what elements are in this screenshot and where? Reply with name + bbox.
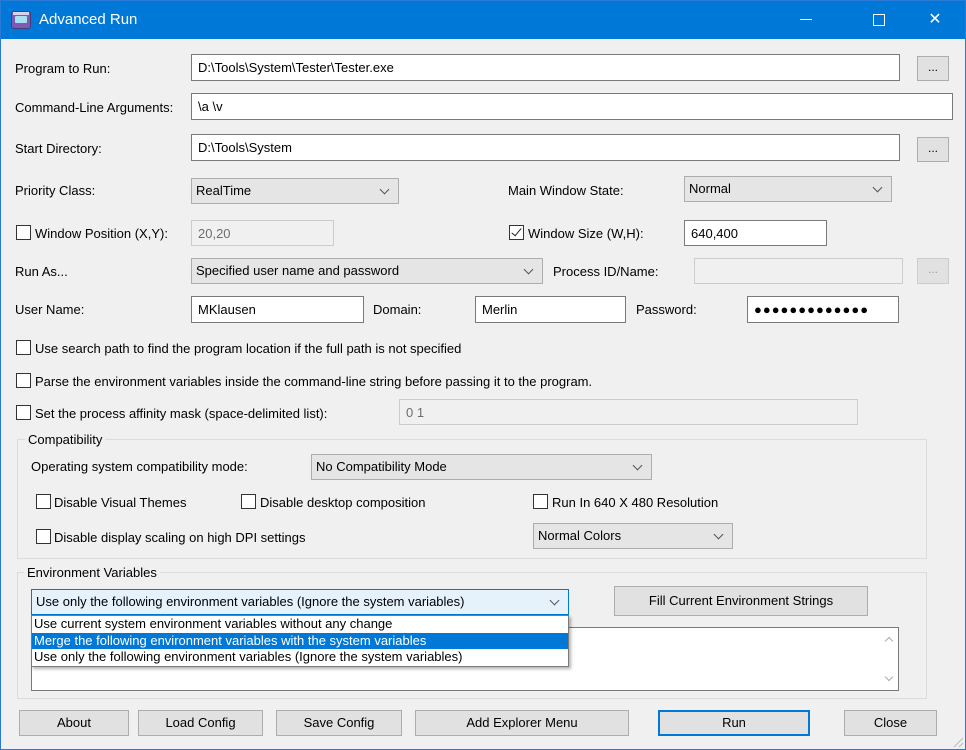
save-config-button[interactable]: Save Config [276, 710, 402, 736]
window-state-value: Normal [689, 181, 731, 196]
priority-label: Priority Class: [15, 183, 96, 198]
add-explorer-menu-button[interactable]: Add Explorer Menu [415, 710, 629, 736]
colors-select[interactable]: Normal Colors [533, 523, 733, 549]
maximize-icon [873, 13, 885, 26]
run-as-value: Specified user name and password [196, 263, 400, 278]
fill-environment-button[interactable]: Fill Current Environment Strings [614, 586, 868, 616]
environment-group-title: Environment Variables [24, 565, 160, 580]
user-name-input[interactable]: MKlausen [191, 296, 364, 323]
dropdown-option[interactable]: Merge the following environment variable… [32, 632, 568, 650]
dropdown-option[interactable]: Use only the following environment varia… [32, 649, 568, 666]
domain-label: Domain: [373, 302, 422, 317]
run-as-label: Run As... [15, 264, 68, 279]
close-icon: ✕ [928, 11, 942, 28]
os-compat-label: Operating system compatibility mode: [31, 459, 248, 474]
disable-visual-themes-checkbox[interactable] [36, 494, 51, 509]
disable-composition-checkbox[interactable] [241, 494, 256, 509]
window-size-checkbox[interactable] [509, 225, 524, 240]
compatibility-group-title: Compatibility [25, 432, 106, 447]
close-window-button[interactable]: ✕ [912, 1, 958, 39]
chevron-down-icon [378, 179, 392, 203]
process-input[interactable] [694, 258, 903, 284]
environment-mode-dropdown: Use current system environment variables… [31, 615, 569, 667]
affinity-label: Set the process affinity mask (space-del… [35, 406, 328, 421]
chevron-down-icon [631, 455, 645, 479]
password-label: Password: [636, 302, 697, 317]
close-button[interactable]: Close [844, 710, 937, 736]
priority-value: RealTime [196, 183, 252, 198]
arguments-label: Command-Line Arguments: [15, 100, 174, 115]
environment-mode-select[interactable]: Use only the following environment varia… [31, 589, 569, 615]
colors-value: Normal Colors [538, 528, 622, 543]
password-input[interactable]: ●●●●●●●●●●●●● [747, 296, 899, 323]
affinity-input[interactable]: 0 1 [399, 399, 858, 425]
os-compat-value: No Compatibility Mode [316, 459, 447, 474]
app-icon [11, 11, 31, 29]
program-input[interactable]: D:\Tools\System\Tester\Tester.exe [191, 54, 900, 81]
domain-input[interactable]: Merlin [475, 296, 626, 323]
search-path-label: Use search path to find the program loca… [35, 341, 462, 356]
run-640-label: Run In 640 X 480 Resolution [552, 495, 719, 510]
maximize-button[interactable] [856, 1, 902, 39]
disable-dpi-label: Disable display scaling on high DPI sett… [54, 530, 306, 545]
start-directory-browse-button[interactable]: ... [917, 137, 949, 162]
dropdown-option[interactable]: Use current system environment variables… [32, 616, 568, 633]
parse-env-label: Parse the environment variables inside t… [35, 374, 593, 389]
window-title: Advanced Run [39, 11, 138, 28]
window-size-label: Window Size (W,H): [528, 226, 644, 241]
user-name-label: User Name: [15, 302, 85, 317]
priority-select[interactable]: RealTime [191, 178, 399, 204]
resize-grip[interactable] [953, 737, 963, 747]
load-config-button[interactable]: Load Config [138, 710, 263, 736]
scroll-up-icon[interactable] [884, 634, 894, 644]
parse-env-checkbox[interactable] [16, 373, 31, 388]
about-button[interactable]: About [19, 710, 129, 736]
affinity-checkbox[interactable] [16, 405, 31, 420]
disable-composition-label: Disable desktop composition [260, 495, 426, 510]
search-path-checkbox[interactable] [16, 340, 31, 355]
program-browse-button[interactable]: ... [917, 56, 949, 81]
minimize-icon [800, 19, 812, 21]
advanced-run-window: Advanced Run ✕ Program to Run: D:\Tools\… [0, 0, 966, 750]
run-button[interactable]: Run [658, 710, 810, 736]
run-640-checkbox[interactable] [533, 494, 548, 509]
chevron-down-icon [522, 259, 536, 283]
window-position-checkbox[interactable] [16, 225, 31, 240]
window-position-label: Window Position (X,Y): [35, 226, 168, 241]
window-position-input[interactable]: 20,20 [191, 220, 334, 246]
title-bar[interactable]: Advanced Run ✕ [1, 1, 965, 39]
window-size-input[interactable]: 640,400 [684, 220, 827, 246]
minimize-button[interactable] [783, 1, 829, 39]
chevron-down-icon [871, 177, 885, 201]
window-state-label: Main Window State: [508, 183, 624, 198]
disable-dpi-checkbox[interactable] [36, 529, 51, 544]
window-state-select[interactable]: Normal [684, 176, 892, 202]
environment-mode-value: Use only the following environment varia… [36, 594, 465, 609]
arguments-input[interactable]: \a \v [191, 93, 953, 120]
chevron-down-icon [712, 524, 726, 548]
start-directory-label: Start Directory: [15, 141, 102, 156]
start-directory-input[interactable]: D:\Tools\System [191, 134, 900, 161]
os-compat-select[interactable]: No Compatibility Mode [311, 454, 652, 480]
scroll-down-icon[interactable] [884, 674, 894, 684]
process-label: Process ID/Name: [553, 264, 659, 279]
process-browse-button[interactable]: ... [917, 258, 949, 284]
disable-visual-themes-label: Disable Visual Themes [54, 495, 187, 510]
run-as-select[interactable]: Specified user name and password [191, 258, 543, 284]
program-label: Program to Run: [15, 61, 111, 76]
chevron-down-icon [548, 590, 562, 614]
